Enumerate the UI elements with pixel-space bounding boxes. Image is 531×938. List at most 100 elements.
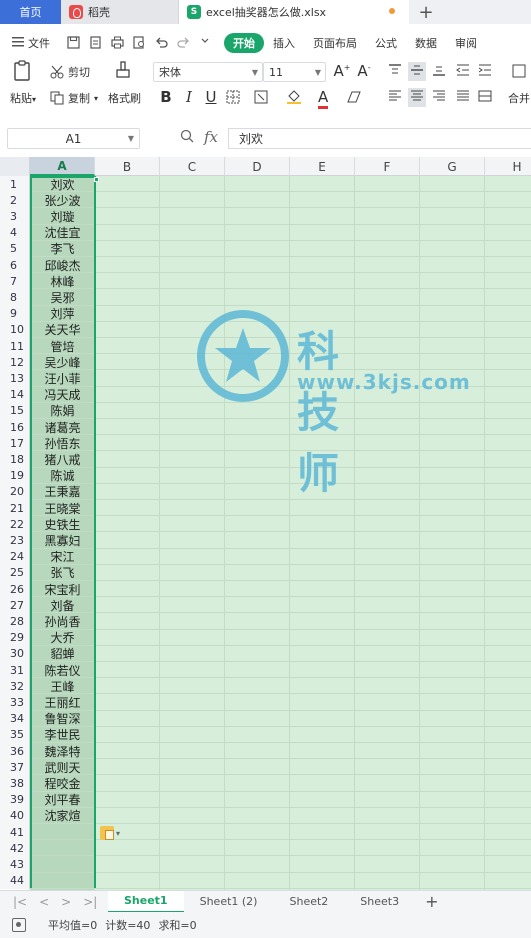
row-header-30[interactable]: 30 — [0, 645, 30, 662]
zoom-search-icon[interactable] — [180, 129, 194, 146]
column-header-c[interactable]: C — [160, 157, 225, 176]
export-pdf-icon[interactable] — [88, 36, 102, 50]
menu-tab-review[interactable]: 审阅 — [446, 35, 486, 51]
justify-icon[interactable] — [456, 90, 470, 105]
spreadsheet-grid[interactable]: ABCDEFGH 1 2 3 4 5 6 7 8 9 10 11 12 13 14 15 16 17 18 19 20… — [0, 157, 531, 890]
row-header-34[interactable]: 34 — [0, 710, 30, 727]
row-header-19[interactable]: 19 — [0, 467, 30, 484]
print-icon[interactable] — [110, 36, 124, 50]
row-header-4[interactable]: 4 — [0, 224, 30, 241]
row-header-42[interactable]: 42 — [0, 840, 30, 857]
fill-color-icon[interactable] — [286, 90, 302, 107]
row-header-11[interactable]: 11 — [0, 338, 30, 355]
menu-tab-home[interactable]: 开始 — [224, 33, 264, 53]
menu-tab-page-layout[interactable]: 页面布局 — [304, 35, 366, 51]
font-size-select[interactable]: 11 ▼ — [263, 62, 326, 82]
row-header-6[interactable]: 6 — [0, 257, 30, 274]
wrap-icon[interactable] — [512, 64, 526, 81]
formula-input[interactable]: 刘欢 — [228, 128, 531, 149]
row-header-35[interactable]: 35 — [0, 726, 30, 743]
clear-format-icon[interactable] — [346, 90, 362, 107]
row-header-17[interactable]: 17 — [0, 435, 30, 452]
cut-button[interactable]: 剪切 — [50, 64, 90, 80]
menu-tab-formulas[interactable]: 公式 — [366, 35, 406, 51]
increase-font-icon[interactable]: A+ — [333, 62, 351, 80]
column-header-b[interactable]: B — [95, 157, 160, 176]
row-header-14[interactable]: 14 — [0, 386, 30, 403]
tab-home[interactable]: 首页 — [0, 0, 61, 24]
row-header-3[interactable]: 3 — [0, 208, 30, 225]
sheet-tab-sheet1-2[interactable]: Sheet1 (2) — [184, 891, 274, 913]
paste-label[interactable]: 粘贴▾ — [10, 90, 36, 106]
row-header-1[interactable]: 1 — [0, 176, 30, 193]
row-header-28[interactable]: 28 — [0, 613, 30, 630]
redo-icon[interactable] — [176, 36, 190, 50]
italic-icon[interactable]: I — [180, 88, 198, 106]
undo-icon[interactable] — [154, 36, 168, 50]
column-header-g[interactable]: G — [420, 157, 485, 176]
row-header-33[interactable]: 33 — [0, 694, 30, 711]
row-header-21[interactable]: 21 — [0, 500, 30, 517]
align-middle-icon[interactable] — [408, 62, 426, 81]
align-center-icon[interactable] — [408, 88, 426, 107]
prev-sheet-icon[interactable]: < — [39, 895, 49, 909]
row-header-40[interactable]: 40 — [0, 807, 30, 824]
row-header-5[interactable]: 5 — [0, 240, 30, 257]
row-header-25[interactable]: 25 — [0, 564, 30, 581]
merge-button[interactable]: 合并 — [508, 90, 530, 106]
bold-icon[interactable]: B — [157, 88, 175, 106]
align-left-icon[interactable] — [388, 90, 402, 105]
last-sheet-icon[interactable]: >| — [83, 895, 97, 909]
print-preview-icon[interactable] — [132, 36, 146, 50]
row-header-39[interactable]: 39 — [0, 791, 30, 808]
sheet-tab-sheet2[interactable]: Sheet2 — [273, 891, 344, 913]
tab-doke[interactable]: 稻壳 — [61, 0, 179, 24]
row-header-16[interactable]: 16 — [0, 419, 30, 436]
align-bottom-icon[interactable] — [432, 64, 446, 79]
name-box[interactable]: A1 ▼ — [7, 128, 140, 149]
select-all-corner[interactable] — [0, 157, 30, 176]
paste-button[interactable] — [12, 60, 34, 85]
row-header-7[interactable]: 7 — [0, 273, 30, 290]
row-header-31[interactable]: 31 — [0, 662, 30, 679]
file-menu-button[interactable]: 文件 — [0, 35, 62, 51]
row-header-37[interactable]: 37 — [0, 759, 30, 776]
distributed-icon[interactable] — [478, 90, 492, 105]
row-header-44[interactable]: 44 — [0, 872, 30, 889]
menu-tab-data[interactable]: 数据 — [406, 35, 446, 51]
row-header-9[interactable]: 9 — [0, 305, 30, 322]
align-right-icon[interactable] — [432, 90, 446, 105]
row-header-22[interactable]: 22 — [0, 516, 30, 533]
row-header-41[interactable]: 41 — [0, 824, 30, 841]
row-header-26[interactable]: 26 — [0, 581, 30, 598]
row-header-2[interactable]: 2 — [0, 192, 30, 209]
row-header-15[interactable]: 15 — [0, 402, 30, 419]
copy-button[interactable]: 复制 ▾ — [50, 90, 98, 106]
new-tab-button[interactable]: + — [409, 0, 443, 24]
row-header-20[interactable]: 20 — [0, 483, 30, 500]
font-name-select[interactable]: 宋体 ▼ — [153, 62, 263, 82]
paste-options-button[interactable]: ▾ — [100, 826, 120, 840]
cell-style-icon[interactable] — [254, 90, 270, 107]
row-header-43[interactable]: 43 — [0, 856, 30, 873]
align-top-icon[interactable] — [388, 64, 402, 79]
menu-tab-insert[interactable]: 插入 — [264, 35, 304, 51]
tab-document[interactable]: S excel抽奖器怎么做.xlsx — [179, 0, 409, 24]
row-header-38[interactable]: 38 — [0, 775, 30, 792]
underline-icon[interactable]: U — [202, 88, 220, 106]
first-sheet-icon[interactable]: |< — [13, 895, 27, 909]
column-header-h[interactable]: H — [485, 157, 531, 176]
row-header-12[interactable]: 12 — [0, 354, 30, 371]
column-header-a[interactable]: A — [30, 157, 95, 176]
row-header-27[interactable]: 27 — [0, 597, 30, 614]
border-icon[interactable] — [226, 90, 240, 107]
row-header-18[interactable]: 18 — [0, 451, 30, 468]
cells-area[interactable]: 刘欢 张少波 刘璇 沈佳宜 李飞 邱峻杰 林峰 吴邪 刘萍 关天华 管培 吴少峰 汪小菲 冯天成 陈娟 诸葛亮… — [30, 176, 531, 890]
decrease-font-icon[interactable]: A- — [355, 62, 373, 80]
quick-access-dropdown-icon[interactable] — [198, 36, 212, 50]
increase-indent-icon[interactable] — [478, 64, 492, 79]
row-header-24[interactable]: 24 — [0, 548, 30, 565]
row-header-8[interactable]: 8 — [0, 289, 30, 306]
next-sheet-icon[interactable]: > — [61, 895, 71, 909]
sheet-tab-sheet1[interactable]: Sheet1 — [108, 890, 184, 913]
